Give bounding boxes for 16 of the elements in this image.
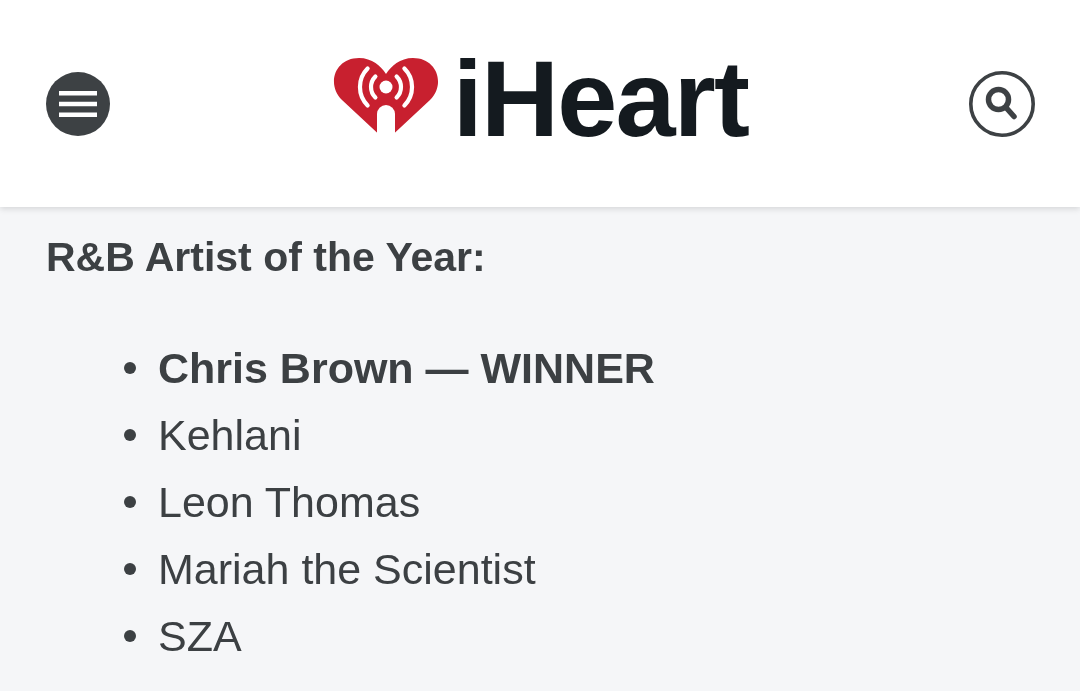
bullet-icon bbox=[124, 495, 136, 508]
nominee-name: Leon Thomas bbox=[158, 476, 421, 527]
bullet-icon bbox=[124, 428, 136, 441]
menu-icon bbox=[46, 71, 110, 136]
logo-link[interactable]: iHeart bbox=[330, 44, 749, 153]
nominee-name: Mariah the Scientist bbox=[158, 543, 536, 594]
menu-button[interactable] bbox=[46, 71, 110, 136]
search-icon bbox=[969, 70, 1035, 137]
bullet-icon bbox=[124, 629, 136, 642]
bullet-icon bbox=[124, 562, 136, 575]
section-heading: R&B Artist of the Year: bbox=[46, 233, 487, 281]
nominee-name: Kehlani bbox=[158, 409, 302, 460]
bullet-icon bbox=[124, 361, 136, 374]
nominee-name: SZA bbox=[158, 610, 242, 661]
search-button[interactable] bbox=[969, 70, 1035, 137]
nominee-name: Chris Brown — WINNER bbox=[158, 342, 655, 393]
